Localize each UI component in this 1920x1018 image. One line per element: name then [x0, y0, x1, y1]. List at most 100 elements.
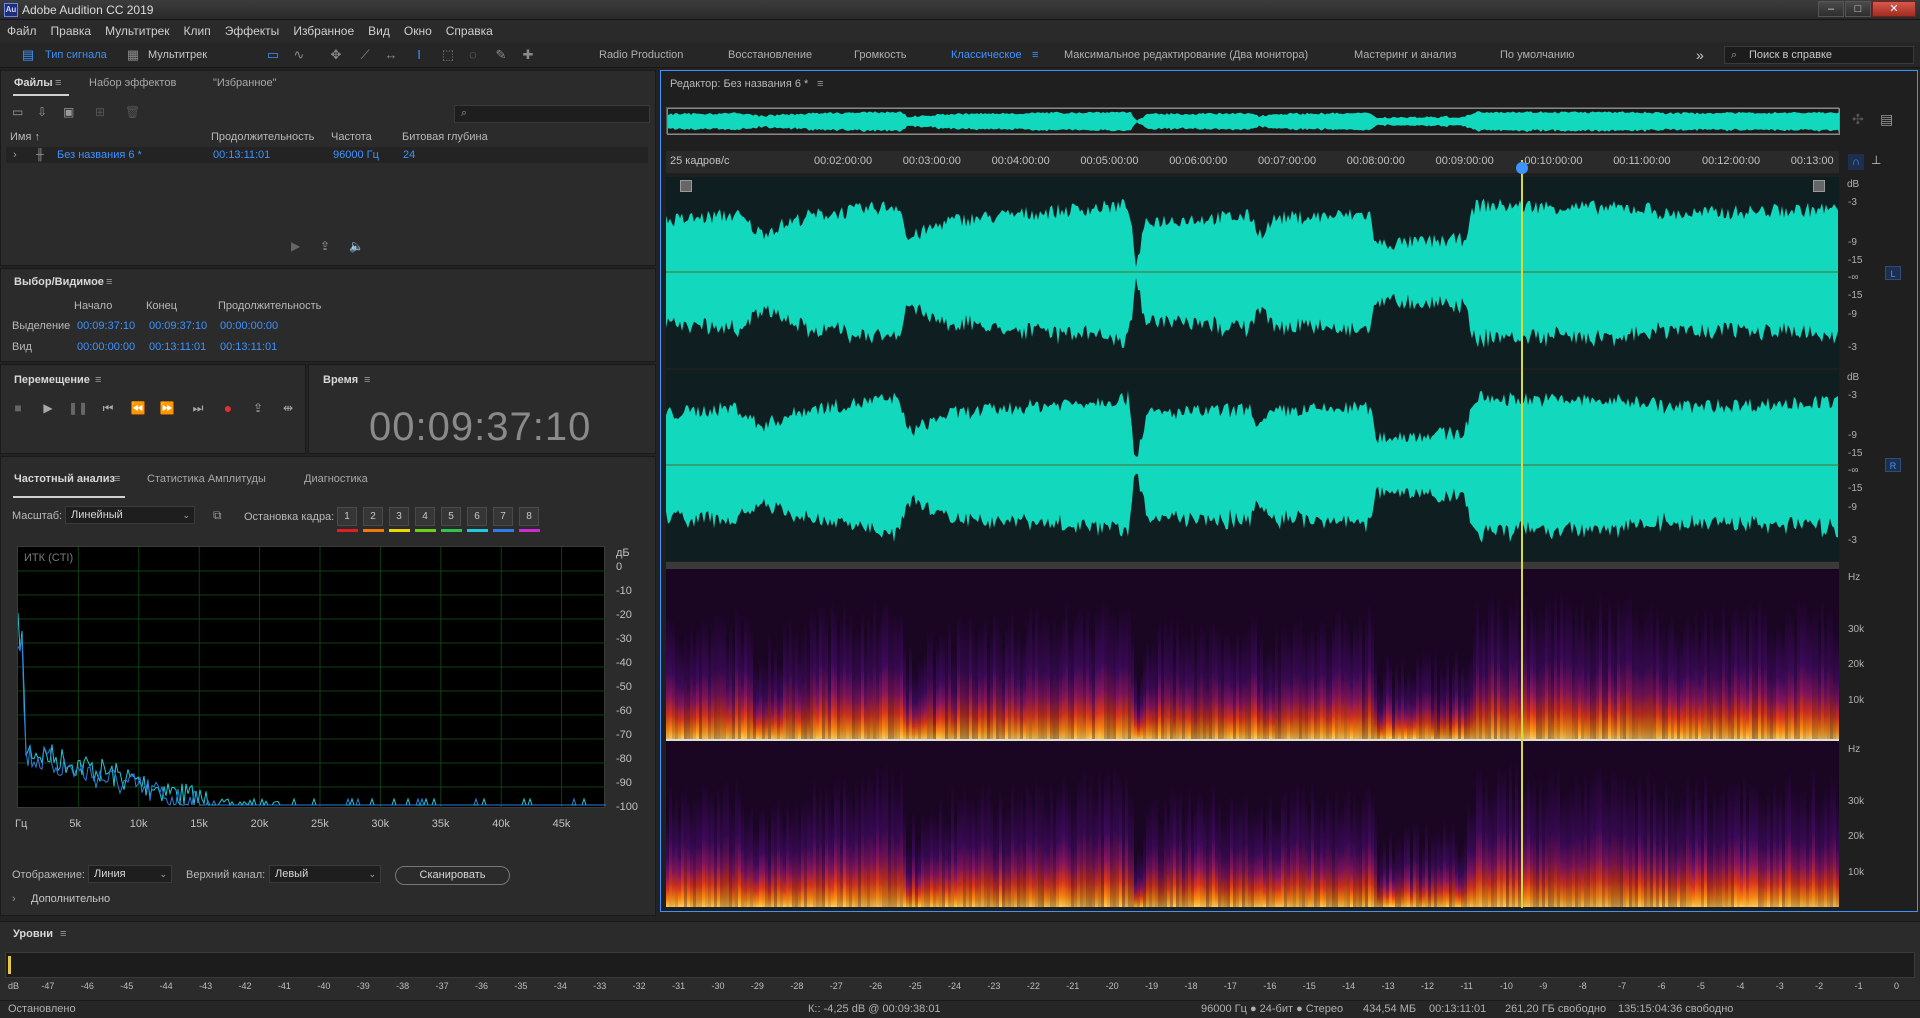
multitrack-view-button[interactable]: Мультитрек — [148, 46, 207, 64]
tab-effects-rack[interactable]: Набор эффектов — [89, 77, 176, 89]
playhead-handle[interactable] — [1515, 162, 1528, 174]
frame-hold-button-3[interactable]: 3 — [389, 507, 409, 526]
workspace-restoration[interactable]: Восстановление — [728, 46, 812, 64]
menu-effects[interactable]: Эффекты — [218, 20, 287, 42]
more-workspaces-button[interactable]: » — [1696, 46, 1704, 64]
waveform-channel-left[interactable] — [666, 177, 1839, 368]
copy-icon[interactable]: ⧉ — [213, 508, 222, 523]
open-file-icon[interactable]: ▭ — [12, 105, 23, 119]
minimize-button[interactable]: – — [1818, 1, 1844, 17]
play-button[interactable]: ▶ — [38, 398, 58, 418]
menu-window[interactable]: Окно — [397, 20, 439, 42]
tab-diagnostics[interactable]: Диагностика — [304, 473, 368, 485]
preview-play-icon[interactable]: ▶ — [291, 239, 300, 253]
time-ruler[interactable]: 25 кадров/с 00:02:00:00 00:03:00:00 00:04:… — [666, 151, 1839, 173]
pause-button[interactable]: ❚❚ — [68, 398, 88, 418]
frame-hold-button-5[interactable]: 5 — [441, 507, 461, 526]
marquee-tool-icon[interactable]: ⬚ — [440, 47, 456, 63]
playhead[interactable] — [1520, 160, 1523, 908]
overview-navigator[interactable] — [666, 107, 1841, 136]
fast-forward-button[interactable]: ⏩ — [157, 398, 177, 418]
go-to-end-button[interactable]: ⏭ — [188, 398, 208, 418]
selection-menu-icon[interactable]: ≡ — [106, 276, 112, 288]
fade-in-handle[interactable] — [680, 180, 692, 192]
show-spectral-icon[interactable]: ∿ — [291, 47, 307, 63]
view-start-field[interactable]: 00:00:00:00 — [77, 341, 135, 353]
view-options-icon[interactable]: ▤ — [1880, 111, 1893, 128]
help-search-input[interactable]: ⌕ Поиск в справке — [1724, 46, 1914, 64]
levels-menu-icon[interactable]: ≡ — [60, 928, 66, 940]
expand-chevron-icon[interactable]: › — [13, 147, 17, 163]
close-button[interactable]: ✕ — [1872, 1, 1916, 17]
brush-tool-icon[interactable]: ✎ — [493, 47, 509, 63]
pin-icon[interactable]: ⊥ — [1871, 153, 1881, 167]
left-channel-badge[interactable]: L — [1885, 266, 1901, 280]
right-channel-badge[interactable]: R — [1885, 458, 1901, 472]
advanced-toggle[interactable]: Дополнительно — [31, 893, 110, 905]
table-row[interactable]: › ╫ Без названия 6 * 00:13:11:01 96000 Г… — [6, 147, 648, 163]
display-dropdown[interactable]: Линия ⌄ — [88, 865, 172, 883]
view-end-field[interactable]: 00:13:11:01 — [149, 341, 206, 353]
workspace-dual-monitor[interactable]: Максимальное редактирование (Два монитор… — [1064, 46, 1308, 64]
workspace-default[interactable]: По умолчанию — [1500, 46, 1574, 64]
menu-clip[interactable]: Клип — [177, 20, 218, 42]
column-duration[interactable]: Продолжительность — [211, 131, 314, 143]
import-file-icon[interactable]: ⇩ — [37, 105, 47, 119]
frame-hold-button-4[interactable]: 4 — [415, 507, 435, 526]
workspace-loudness[interactable]: Громкость — [854, 46, 906, 64]
fade-out-handle[interactable] — [1813, 180, 1825, 192]
new-file-icon[interactable]: ▣ — [63, 105, 74, 119]
time-selection-tool-icon[interactable]: I — [411, 47, 427, 63]
timecode-format-label[interactable]: 25 кадров/с — [670, 155, 730, 167]
menu-file[interactable]: Файл — [0, 20, 44, 42]
workspace-menu-icon[interactable]: ≡ — [1032, 46, 1038, 64]
selection-start-field[interactable]: 00:09:37:10 — [77, 320, 135, 332]
editor-menu-icon[interactable]: ≡ — [817, 78, 823, 90]
waveform-channel-right[interactable] — [666, 370, 1839, 561]
scan-button[interactable]: Сканировать — [395, 866, 510, 885]
move-tool-icon[interactable]: ✥ — [328, 47, 344, 63]
time-menu-icon[interactable]: ≡ — [364, 374, 370, 386]
tab-amplitude-statistics[interactable]: Статистика Амплитуды — [147, 473, 266, 485]
selection-end-field[interactable]: 00:09:37:10 — [149, 320, 207, 332]
column-name[interactable]: Имя ↑ — [10, 131, 40, 143]
menu-help[interactable]: Справка — [439, 20, 500, 42]
menu-favorites[interactable]: Избранное — [286, 20, 361, 42]
spot-healing-tool-icon[interactable]: ✚ — [520, 47, 536, 63]
expand-chevron-icon[interactable]: › — [12, 893, 16, 905]
files-menu-icon[interactable]: ≡ — [55, 77, 61, 89]
column-sample-rate[interactable]: Частота — [331, 131, 372, 143]
rewind-button[interactable]: ⏪ — [128, 398, 148, 418]
channel-dropdown[interactable]: Левый ⌄ — [269, 865, 381, 883]
scale-dropdown[interactable]: Линейный ⌄ — [65, 506, 195, 524]
frame-hold-button-8[interactable]: 8 — [519, 507, 539, 526]
frame-hold-button-1[interactable]: 1 — [337, 507, 357, 526]
workspace-radio-production[interactable]: Radio Production — [599, 46, 683, 64]
waveform-view-button[interactable]: Тип сигнала — [45, 46, 107, 64]
files-search-input[interactable]: ⌕ — [454, 105, 650, 123]
record-button[interactable]: ● — [218, 398, 238, 418]
slip-tool-icon[interactable]: ↔ — [383, 47, 399, 63]
auto-play-icon[interactable]: 🔈 — [349, 239, 364, 253]
loop-playback-button[interactable]: ⇪ — [248, 398, 268, 418]
view-duration-field[interactable]: 00:13:11:01 — [220, 341, 277, 353]
workspace-classic[interactable]: Классическое — [951, 46, 1022, 64]
menu-edit[interactable]: Правка — [44, 20, 99, 42]
frame-hold-button-6[interactable]: 6 — [467, 507, 487, 526]
tab-files[interactable]: Файлы — [14, 77, 53, 89]
maximize-button[interactable]: □ — [1845, 1, 1871, 17]
stop-button[interactable]: ■ — [8, 398, 28, 418]
snap-magnet-icon[interactable]: ∩ — [1848, 154, 1864, 170]
frame-hold-button-7[interactable]: 7 — [493, 507, 513, 526]
skip-selection-button[interactable]: ⇹ — [278, 398, 298, 418]
razor-tool-icon[interactable]: ⟋ — [357, 47, 373, 63]
tab-favorites[interactable]: "Избранное" — [213, 77, 277, 89]
lasso-tool-icon[interactable]: ◌ — [465, 47, 481, 63]
show-waveform-icon[interactable]: ▭ — [265, 47, 281, 63]
transport-menu-icon[interactable]: ≡ — [95, 374, 101, 386]
selection-duration-field[interactable]: 00:00:00:00 — [220, 320, 278, 332]
spectral-channel-right[interactable] — [666, 741, 1839, 907]
panel-divider[interactable] — [666, 562, 1839, 569]
menu-multitrack[interactable]: Мультитрек — [98, 20, 176, 42]
go-to-start-button[interactable]: ⏮ — [98, 398, 118, 418]
